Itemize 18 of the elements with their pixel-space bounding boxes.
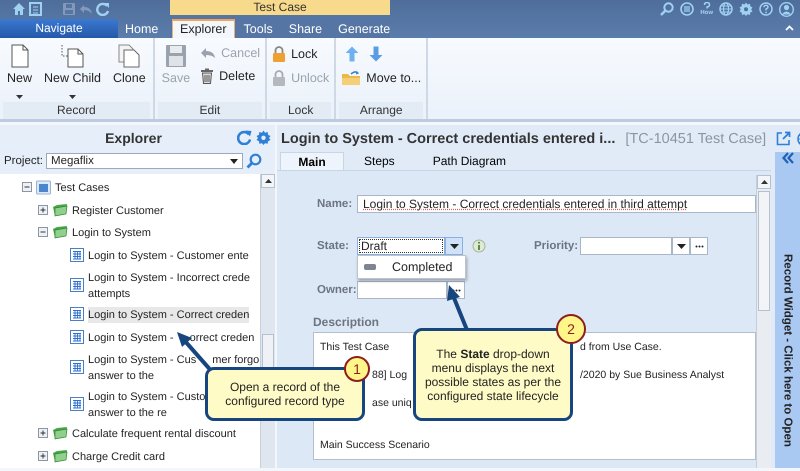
group-label: Lock [270, 102, 332, 119]
field-label: Project: [4, 155, 43, 168]
description-text: /2020 by Sue Business Analyst [580, 368, 724, 383]
context-label: Test Case [170, 0, 390, 15]
description-text: ase uniq [372, 396, 412, 411]
group-label: Edit [158, 102, 262, 119]
record-title: Login to System - Correct credentials entered i... [281, 130, 616, 146]
group-label: Arrange [339, 102, 424, 119]
panel-title: Explorer [104, 130, 163, 146]
description-text: This Test Case [320, 340, 390, 355]
group-label: Record [3, 102, 150, 119]
description-text: Main Success Scenario [320, 438, 430, 453]
field-label: Owner: [317, 284, 357, 296]
field-label: State: [317, 240, 350, 252]
description-text: 88] Log [372, 368, 408, 383]
record-id: [TC-10451 Test Case] [625, 130, 766, 146]
field-label: Priority: [534, 240, 580, 252]
field-label: Name: [317, 198, 354, 210]
